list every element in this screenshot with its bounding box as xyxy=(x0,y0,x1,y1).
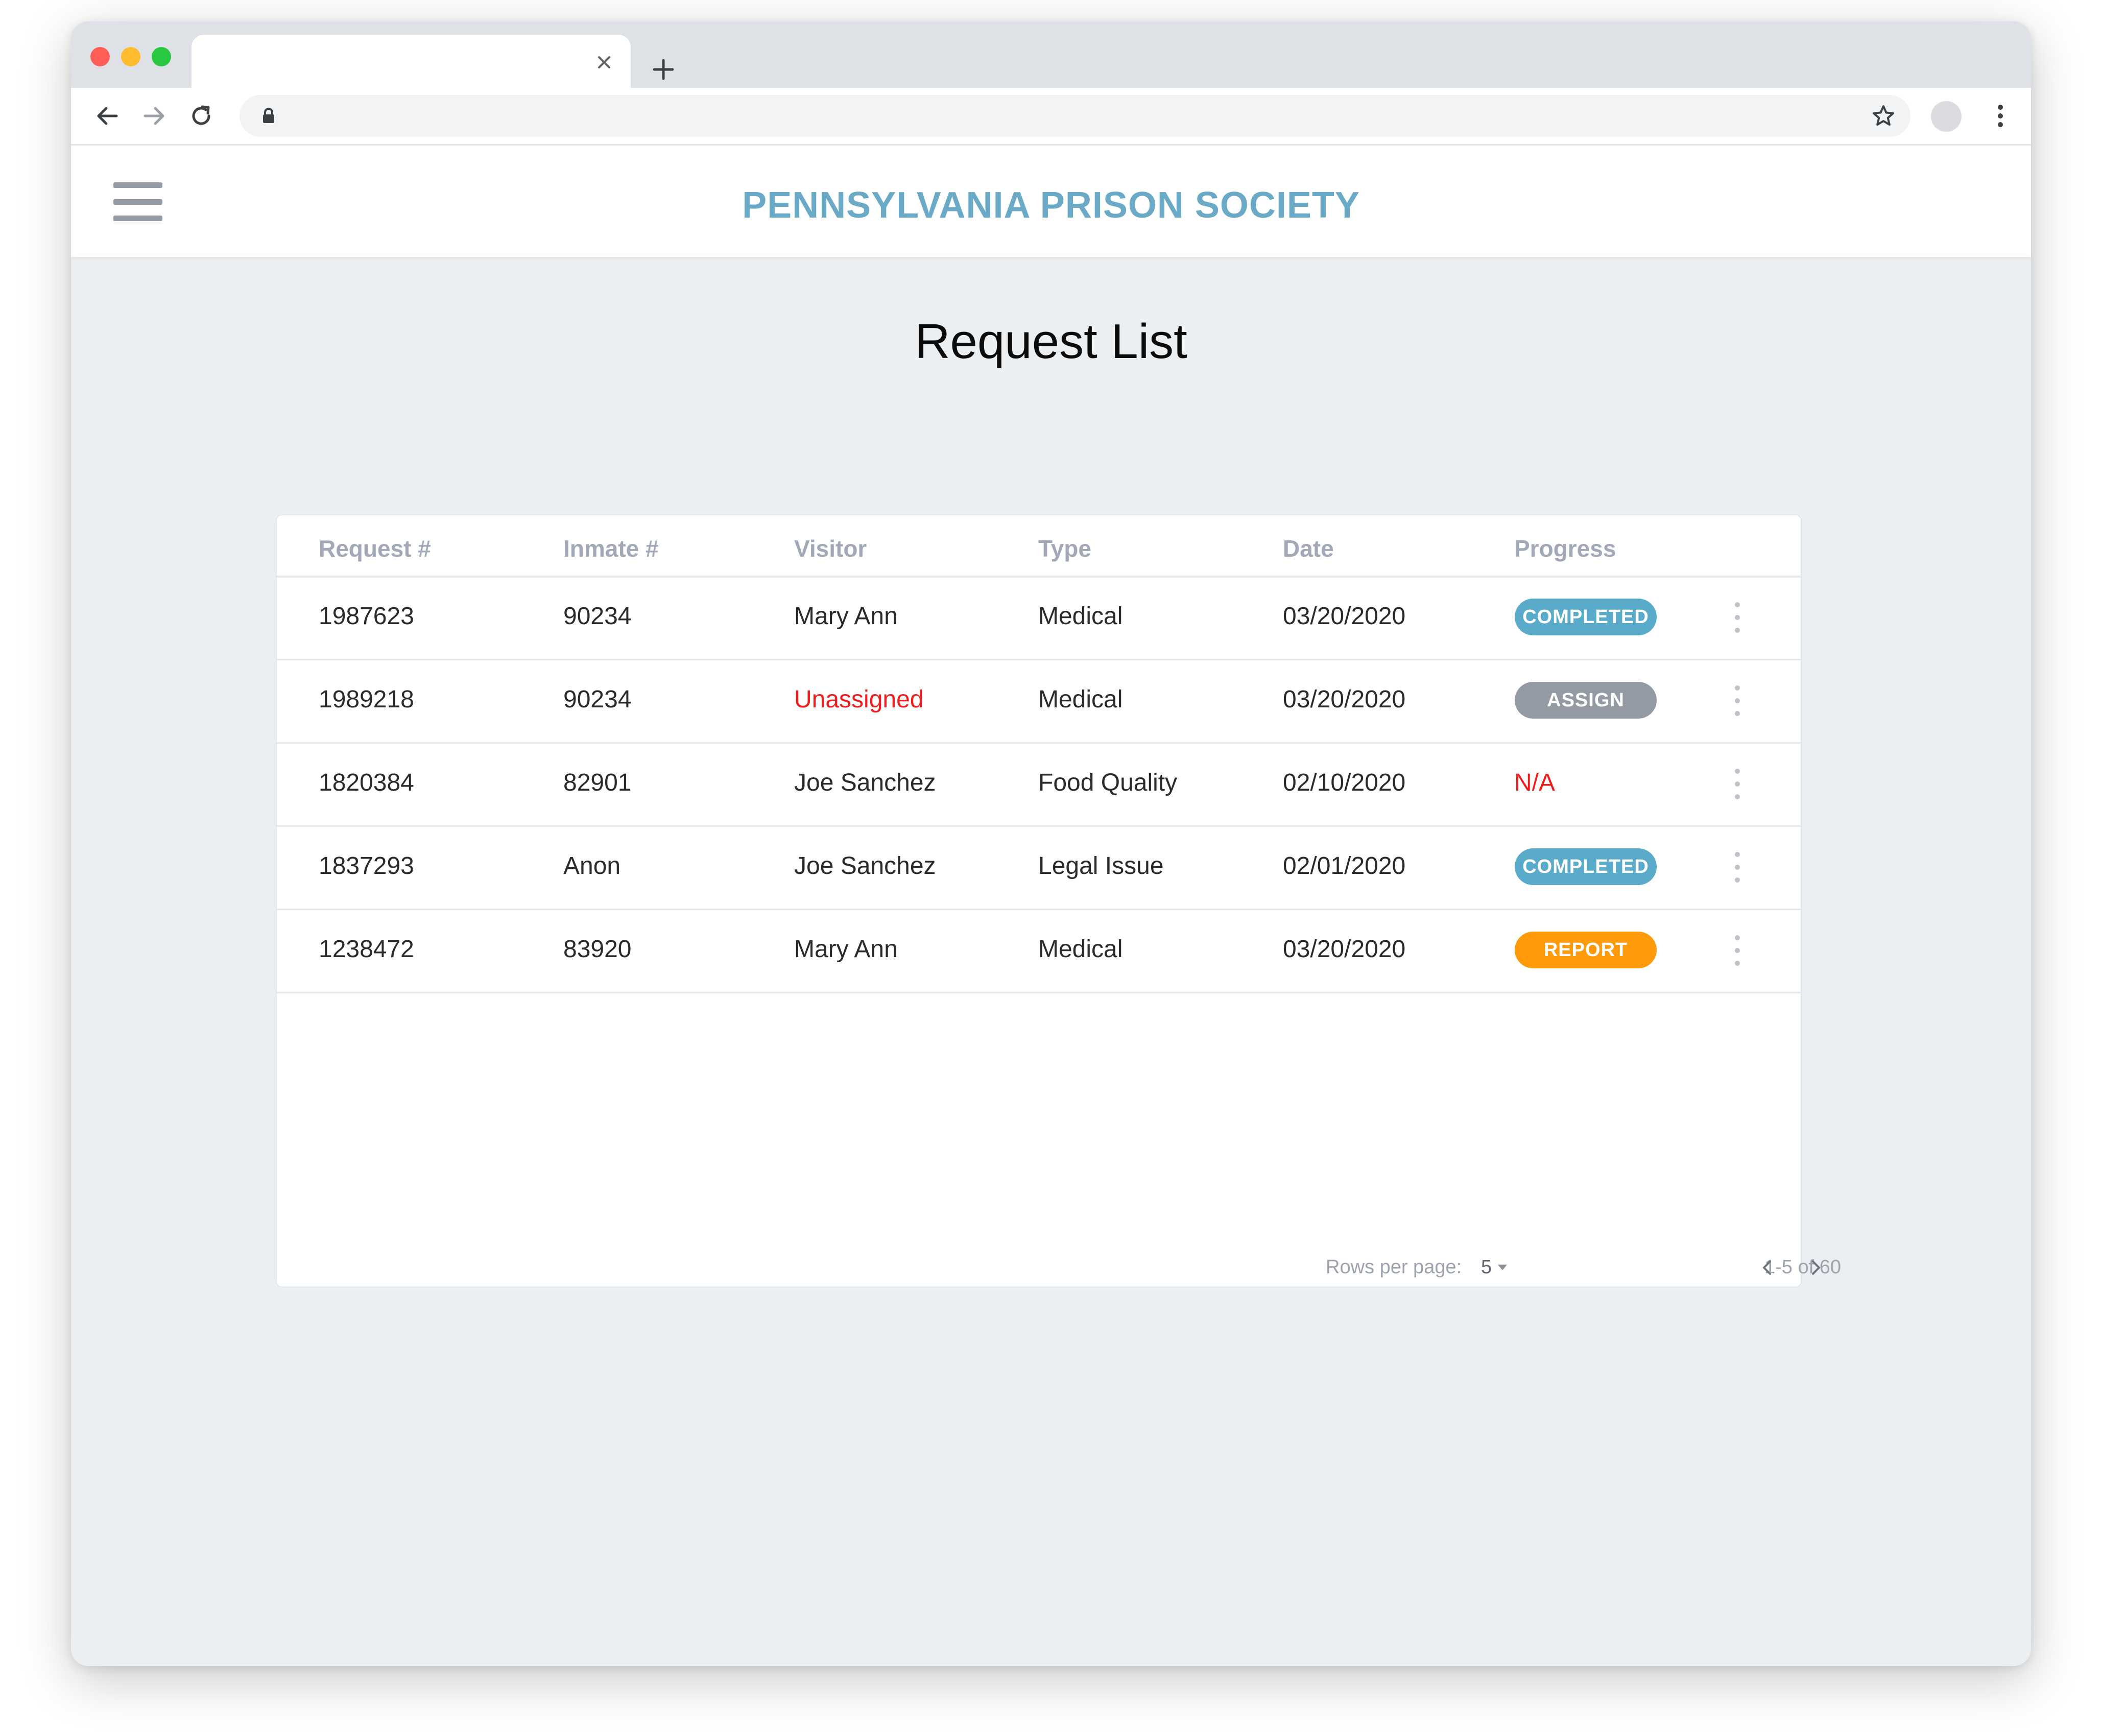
row-kebab-menu-icon[interactable] xyxy=(1730,685,1745,716)
rows-per-page-value: 5 xyxy=(1481,1256,1492,1278)
brand-title: PENNSYLVANIA PRISON SOCIETY xyxy=(742,185,1360,226)
close-icon[interactable] xyxy=(589,47,619,78)
date-cell: 03/20/2020 xyxy=(1283,686,1406,713)
page-title: Request List xyxy=(915,314,1187,369)
column-header-progress[interactable]: Progress xyxy=(1514,535,1616,562)
date-cell: 02/01/2020 xyxy=(1283,852,1406,879)
reload-icon[interactable] xyxy=(184,99,218,133)
dot xyxy=(1735,865,1740,870)
browser-tab[interactable] xyxy=(192,35,631,88)
rows-per-page-select[interactable]: 5 xyxy=(1481,1256,1508,1278)
column-header-request[interactable]: Request # xyxy=(319,535,431,562)
dot xyxy=(1735,948,1740,953)
browser-toolbar xyxy=(71,88,2031,146)
request-number-cell: 1987623 xyxy=(319,603,414,630)
dropdown-caret-icon xyxy=(1498,1265,1508,1270)
request-number-cell: 1238472 xyxy=(319,936,414,963)
inmate-number-cell: 82901 xyxy=(563,769,632,796)
date-cell: 03/20/2020 xyxy=(1283,603,1406,630)
star-icon[interactable] xyxy=(1869,101,1898,131)
column-header-inmate[interactable]: Inmate # xyxy=(563,535,659,562)
request-table-card: Request # Inmate # Visitor Type Date Pro… xyxy=(276,514,1841,1288)
row-kebab-menu-icon[interactable] xyxy=(1730,852,1745,883)
chevron-right-icon[interactable] xyxy=(1798,1250,1833,1286)
date-cell: 03/20/2020 xyxy=(1283,936,1406,963)
inmate-number-cell: 90234 xyxy=(563,603,632,630)
column-header-visitor[interactable]: Visitor xyxy=(794,535,867,562)
kebab-menu-icon[interactable] xyxy=(1984,99,2017,133)
plus-icon[interactable] xyxy=(643,49,684,90)
type-cell: Medical xyxy=(1038,603,1123,630)
dot xyxy=(1735,685,1740,691)
progress-badge-completed[interactable]: COMPLETED xyxy=(1515,848,1657,885)
visitor-cell: Joe Sanchez xyxy=(794,769,936,796)
dot xyxy=(1735,602,1740,607)
visitor-cell: Unassigned xyxy=(794,686,924,713)
column-header-date[interactable]: Date xyxy=(1283,535,1334,562)
type-cell: Medical xyxy=(1038,686,1123,713)
progress-badge-completed[interactable]: COMPLETED xyxy=(1515,599,1657,635)
type-cell: Legal Issue xyxy=(1038,852,1164,879)
inmate-number-cell: 83920 xyxy=(563,936,632,963)
table-row[interactable]: 1837293 Anon Joe Sanchez Legal Issue 02/01/2… xyxy=(277,825,1801,910)
rows-per-page-label: Rows per page: xyxy=(1326,1256,1462,1278)
table-row[interactable]: 1238472 83920 Mary Ann Medical 03/20/2020 REP… xyxy=(277,909,1801,993)
minimize-window-button[interactable] xyxy=(121,47,140,66)
dot xyxy=(1735,935,1740,940)
dot xyxy=(1735,877,1740,883)
dot xyxy=(1735,615,1740,620)
inmate-number-cell: Anon xyxy=(563,852,621,879)
maximize-window-button[interactable] xyxy=(152,47,171,66)
dot xyxy=(1735,698,1740,703)
row-kebab-menu-icon[interactable] xyxy=(1730,769,1745,799)
app-header: PENNSYLVANIA PRISON SOCIETY xyxy=(71,146,2031,257)
request-number-cell: 1989218 xyxy=(319,686,414,713)
visitor-cell: Mary Ann xyxy=(794,603,898,630)
browser-window: PENNSYLVANIA PRISON SOCIETY Request List… xyxy=(71,21,2031,1666)
row-kebab-menu-icon[interactable] xyxy=(1730,935,1745,966)
table-row[interactable]: 1989218 90234 Unassigned Medical 03/20/2020 A… xyxy=(277,659,1801,744)
column-header-type[interactable]: Type xyxy=(1038,535,1091,562)
dot xyxy=(1735,852,1740,857)
lock-icon xyxy=(258,105,279,127)
progress-badge-report[interactable]: REPORT xyxy=(1515,932,1657,968)
table-header: Request # Inmate # Visitor Type Date Pro… xyxy=(277,515,1801,578)
forward-arrow-icon[interactable] xyxy=(137,99,171,133)
chevron-left-icon[interactable] xyxy=(1750,1250,1785,1286)
type-cell: Medical xyxy=(1038,936,1123,963)
request-number-cell: 1820384 xyxy=(319,769,414,796)
inmate-number-cell: 90234 xyxy=(563,686,632,713)
dot xyxy=(1735,628,1740,633)
visitor-cell: Joe Sanchez xyxy=(794,852,936,879)
date-cell: 02/10/2020 xyxy=(1283,769,1406,796)
table-row[interactable]: 1820384 82901 Joe Sanchez Food Quality 02/10… xyxy=(277,742,1801,827)
visitor-cell: Mary Ann xyxy=(794,936,898,963)
dot xyxy=(1735,769,1740,774)
close-window-button[interactable] xyxy=(90,47,110,66)
request-number-cell: 1837293 xyxy=(319,852,414,879)
progress-badge-assign[interactable]: ASSIGN xyxy=(1515,682,1657,719)
table-row[interactable]: 1987623 90234 Mary Ann Medical 03/20/2020 COM… xyxy=(277,576,1801,660)
dot xyxy=(1735,794,1740,799)
progress-status-text: N/A xyxy=(1514,769,1556,796)
profile-avatar[interactable] xyxy=(1931,101,1962,132)
dot xyxy=(1735,781,1740,787)
back-arrow-icon[interactable] xyxy=(90,99,124,133)
tab-strip xyxy=(71,21,2031,88)
row-kebab-menu-icon[interactable] xyxy=(1730,602,1745,633)
dot xyxy=(1735,711,1740,716)
type-cell: Food Quality xyxy=(1038,769,1178,796)
dot xyxy=(1735,961,1740,966)
address-bar[interactable] xyxy=(240,95,1910,137)
